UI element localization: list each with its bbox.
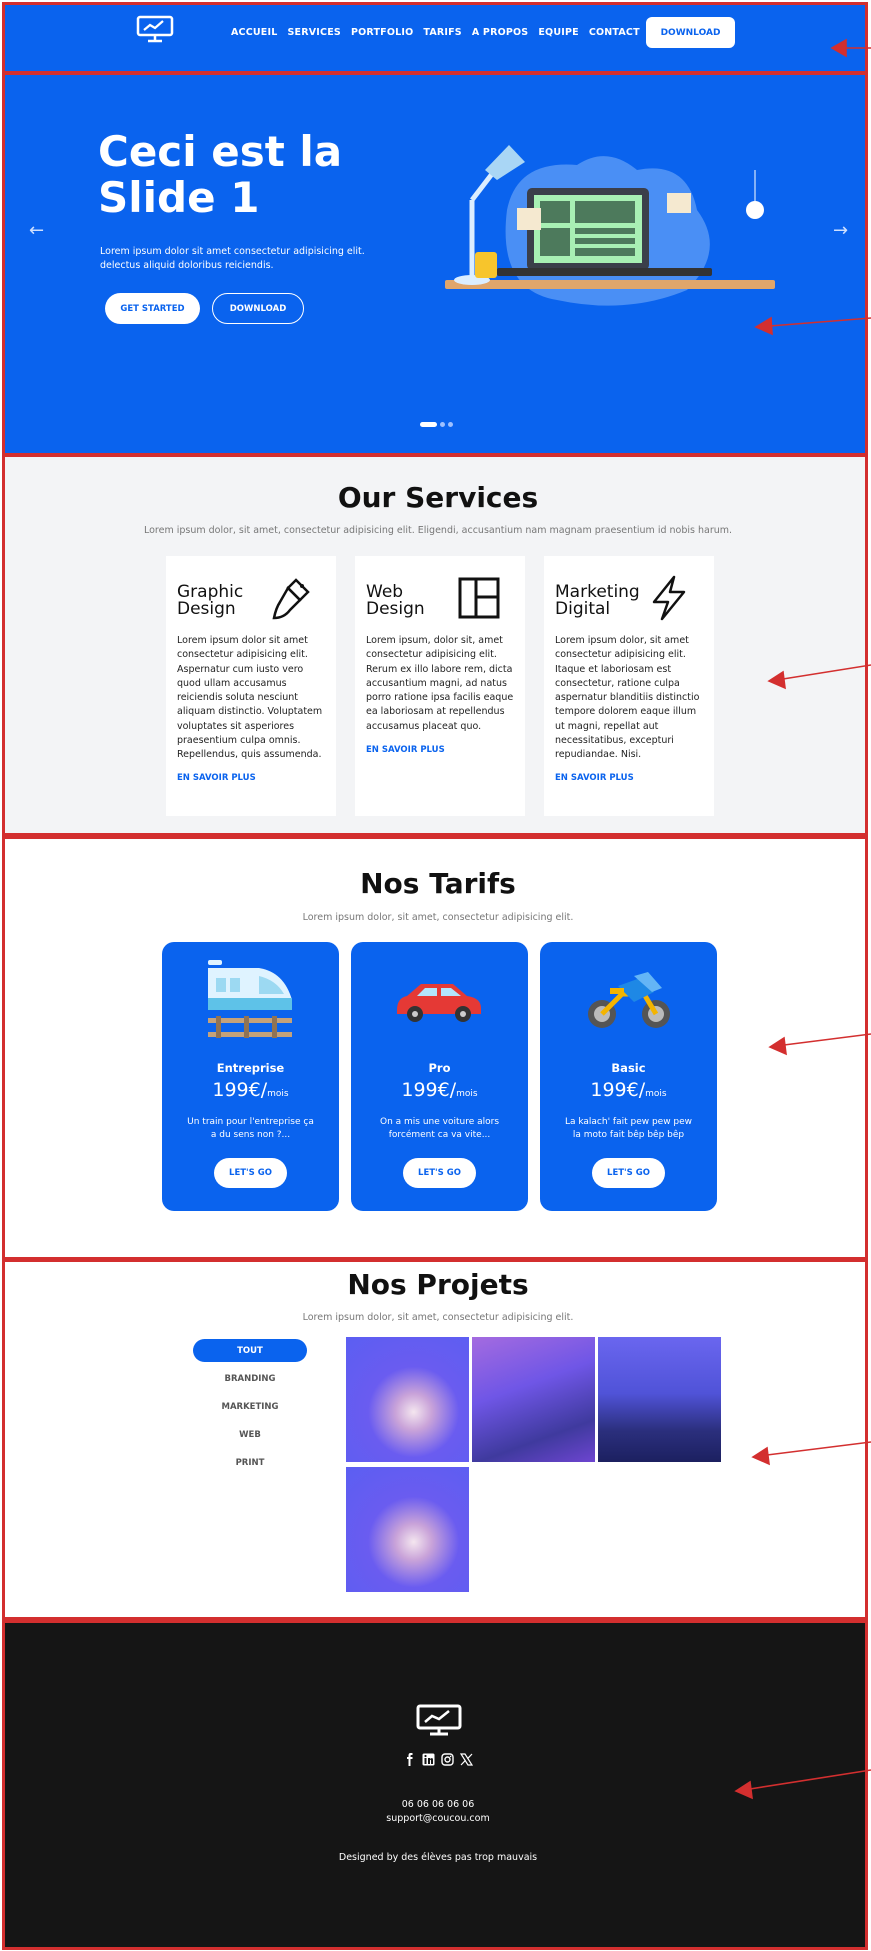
hero-download-button[interactable]: DOWNLOAD bbox=[212, 293, 304, 324]
nav-a-propos[interactable]: A PROPOS bbox=[472, 27, 529, 38]
lets-go-button[interactable]: LET'S GO bbox=[403, 1158, 476, 1188]
price-period: mois bbox=[456, 1089, 478, 1099]
service-text: Lorem ipsum, dolor sit, amet consectetur… bbox=[366, 635, 514, 732]
filter-tout[interactable]: TOUT bbox=[193, 1339, 307, 1362]
hero-title: Ceci est la Slide 1 bbox=[98, 127, 343, 222]
slide-indicators bbox=[420, 422, 453, 427]
lets-go-button[interactable]: LET'S GO bbox=[214, 1158, 287, 1188]
service-more-link[interactable]: EN SAVOIR PLUS bbox=[366, 745, 445, 755]
projects-title: Nos Projets bbox=[347, 1268, 529, 1301]
pricing-subtitle: Lorem ipsum dolor, sit amet, consectetur… bbox=[302, 912, 574, 923]
social-links bbox=[403, 1753, 473, 1766]
service-more-link[interactable]: EN SAVOIR PLUS bbox=[177, 773, 256, 783]
project-image-3[interactable] bbox=[598, 1337, 721, 1462]
service-title: Marketing Digital bbox=[555, 582, 640, 619]
project-image-2[interactable] bbox=[472, 1337, 595, 1462]
project-image-4[interactable] bbox=[346, 1467, 469, 1592]
services-section: Our Services Lorem ipsum dolor, sit amet… bbox=[2, 454, 868, 836]
filter-branding[interactable]: BRANDING bbox=[193, 1367, 307, 1390]
projects-section: Nos Projets Lorem ipsum dolor, sit amet,… bbox=[2, 1259, 868, 1620]
service-card-graphic: Graphic Design Lorem ipsum dolor sit ame… bbox=[166, 556, 336, 816]
plan-name: Entreprise bbox=[216, 1061, 285, 1075]
slide-dot-2[interactable] bbox=[440, 422, 445, 427]
nav-contact[interactable]: CONTACT bbox=[589, 27, 640, 38]
hero-text: Lorem ipsum dolor sit amet consectetur a… bbox=[100, 246, 365, 271]
projects-subtitle: Lorem ipsum dolor, sit amet, consectetur… bbox=[302, 1312, 574, 1323]
filter-web[interactable]: WEB bbox=[193, 1423, 307, 1446]
linkedin-icon[interactable] bbox=[422, 1753, 435, 1766]
site-header: ACCUEIL SERVICES PORTFOLIO TARIFS A PROP… bbox=[2, 2, 868, 74]
footer-credit: Designed by des élèves pas trop mauvais bbox=[338, 1852, 538, 1863]
header-download-button[interactable]: DOWNLOAD bbox=[646, 17, 735, 48]
plan-description: La kalach' fait pew pew pew la moto fait… bbox=[564, 1117, 693, 1140]
arrow-right-icon[interactable]: → bbox=[833, 220, 848, 241]
service-card-marketing: Marketing Digital Lorem ipsum dolor, sit… bbox=[544, 556, 714, 816]
service-card-web: Web Design Lorem ipsum, dolor sit, amet … bbox=[355, 556, 525, 816]
price-amount: 199€/ bbox=[401, 1079, 457, 1101]
motorbike-icon bbox=[588, 972, 670, 1028]
pricing-card-entreprise: Entreprise 199€/mois Un train pour l'ent… bbox=[162, 942, 339, 1211]
footer-phone: 06 06 06 06 06 bbox=[401, 1799, 475, 1810]
filter-marketing[interactable]: MARKETING bbox=[193, 1395, 307, 1418]
workspace-illustration bbox=[445, 145, 775, 306]
lets-go-button[interactable]: LET'S GO bbox=[592, 1158, 665, 1188]
plan-price: 199€/mois bbox=[351, 1079, 528, 1101]
service-title: Web Design bbox=[366, 582, 425, 619]
x-icon[interactable] bbox=[460, 1753, 473, 1766]
nav-accueil[interactable]: ACCUEIL bbox=[231, 27, 278, 38]
pricing-card-pro: Pro 199€/mois On a mis une voiture alors… bbox=[351, 942, 528, 1211]
service-title: Graphic Design bbox=[177, 582, 244, 619]
pricing-card-basic: Basic 199€/mois La kalach' fait pew pew … bbox=[540, 942, 717, 1211]
pricing-section: Nos Tarifs Lorem ipsum dolor, sit amet, … bbox=[2, 836, 868, 1260]
main-nav: ACCUEIL SERVICES PORTFOLIO TARIFS A PROP… bbox=[231, 27, 640, 38]
project-image-1[interactable] bbox=[346, 1337, 469, 1462]
plan-description: Un train pour l'entreprise ça a du sens … bbox=[187, 1117, 314, 1140]
plan-description: On a mis une voiture alors forcément ca … bbox=[379, 1117, 500, 1140]
price-period: mois bbox=[267, 1089, 289, 1099]
plan-name: Pro bbox=[428, 1061, 451, 1075]
get-started-button[interactable]: GET STARTED bbox=[105, 293, 200, 324]
filter-print[interactable]: PRINT bbox=[193, 1451, 307, 1474]
price-amount: 199€/ bbox=[590, 1079, 646, 1101]
nav-portfolio[interactable]: PORTFOLIO bbox=[351, 27, 413, 38]
arrow-left-icon[interactable]: ← bbox=[29, 220, 44, 241]
plan-price: 199€/mois bbox=[540, 1079, 717, 1101]
footer-email[interactable]: support@coucou.com bbox=[5, 1813, 865, 1824]
nav-services[interactable]: SERVICES bbox=[288, 27, 341, 38]
nav-tarifs[interactable]: TARIFS bbox=[423, 27, 461, 38]
layout-icon bbox=[458, 577, 500, 619]
plan-price: 199€/mois bbox=[162, 1079, 339, 1101]
slide-dot-1[interactable] bbox=[420, 422, 437, 427]
plan-name: Basic bbox=[611, 1061, 646, 1075]
nav-equipe[interactable]: EQUIPE bbox=[538, 27, 578, 38]
service-text: Lorem ipsum dolor, sit amet consectetur … bbox=[555, 635, 700, 761]
paint-brush-icon bbox=[272, 578, 310, 620]
pricing-title: Nos Tarifs bbox=[360, 867, 516, 900]
price-period: mois bbox=[645, 1089, 667, 1099]
car-icon bbox=[397, 984, 481, 1022]
lightning-icon bbox=[652, 575, 686, 621]
instagram-icon[interactable] bbox=[441, 1753, 454, 1766]
facebook-icon[interactable] bbox=[403, 1753, 416, 1766]
train-icon bbox=[208, 960, 292, 1038]
service-more-link[interactable]: EN SAVOIR PLUS bbox=[555, 773, 634, 783]
service-text: Lorem ipsum dolor sit amet consectetur a… bbox=[177, 635, 323, 761]
services-title: Our Services bbox=[337, 481, 539, 514]
monitor-chart-icon bbox=[416, 1704, 462, 1736]
hero-slider: Ceci est la Slide 1 Lorem ipsum dolor si… bbox=[2, 72, 868, 456]
services-subtitle: Lorem ipsum dolor, sit amet, consectetur… bbox=[143, 525, 733, 536]
site-footer: 06 06 06 06 06 support@coucou.com Design… bbox=[2, 1620, 868, 1950]
monitor-chart-icon[interactable] bbox=[136, 15, 174, 43]
price-amount: 199€/ bbox=[212, 1079, 268, 1101]
slide-dot-3[interactable] bbox=[448, 422, 453, 427]
